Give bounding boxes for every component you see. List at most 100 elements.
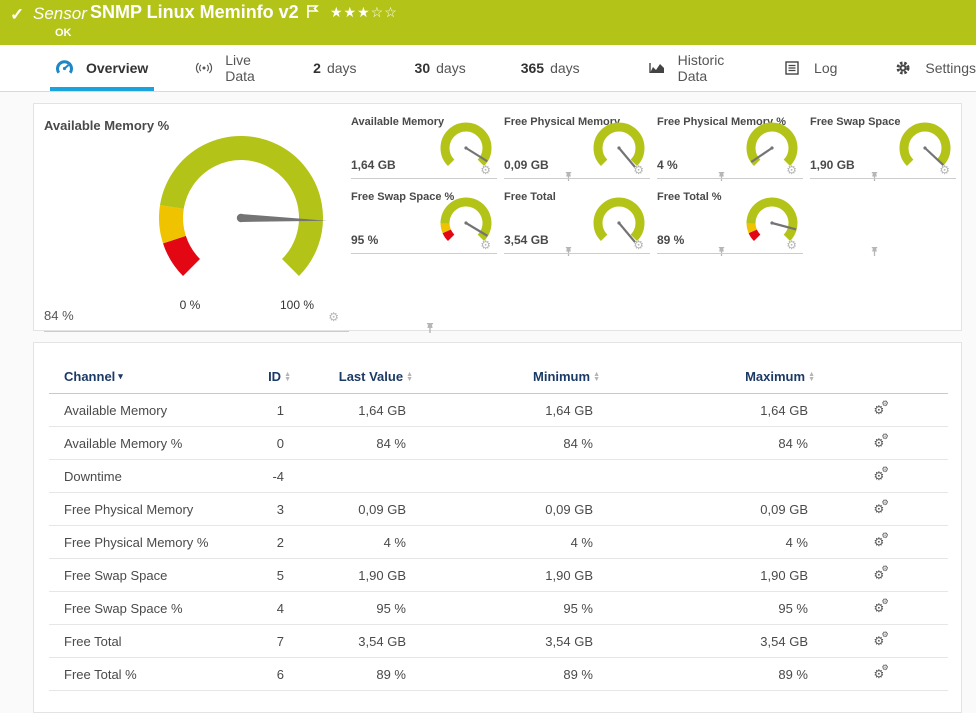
channel-name[interactable]: Downtime — [49, 459, 256, 493]
table-row[interactable]: Free Physical Memory 3 0,09 GB 0,09 GB 0… — [49, 492, 948, 526]
table-row[interactable]: Available Memory % 0 84 % 84 % 84 % ⚙ ⚙ — [49, 426, 948, 460]
table-row[interactable]: Free Swap Space 5 1,90 GB 1,90 GB 1,90 G… — [49, 558, 948, 592]
sort-icon: ▲ ▼ — [284, 370, 291, 383]
tab-log[interactable]: Log — [784, 45, 837, 91]
mini-gauge-panel-free-physical-memory[interactable]: Free Physical Memory % 4 % ⚙ — [657, 112, 878, 187]
flag-icon[interactable] — [306, 4, 319, 24]
priority-stars[interactable]: ★★★☆☆ — [330, 4, 398, 21]
tab-365-days[interactable]: 365 days — [521, 45, 580, 91]
gauge-settings-gear-icon[interactable]: ⚙ — [939, 164, 950, 176]
column-header-channel[interactable]: Channel ▾ — [49, 343, 256, 394]
tab-settings[interactable]: Settings — [895, 45, 976, 91]
mini-gauge-panel-free-swap-space[interactable]: Free Swap Space 1,90 GB ⚙ — [810, 112, 956, 187]
channel-minimum: 0,09 GB — [413, 492, 600, 526]
tab-overview[interactable]: Overview — [49, 45, 155, 91]
column-header-maximum[interactable]: Maximum ▲ ▼ — [600, 343, 815, 394]
panel-underline — [657, 178, 803, 179]
table-header-row: Channel ▾ ID ▲ ▼ Last Value ▲ ▼ Minimum ▲ ▼ Max… — [49, 343, 948, 394]
tab-label: Overview — [86, 60, 149, 76]
gauge-value: 4 % — [657, 158, 678, 172]
tab-historic-data[interactable]: Historic Data — [648, 45, 729, 91]
column-header-minimum[interactable]: Minimum ▲ ▼ — [413, 343, 600, 394]
channel-id: 5 — [256, 558, 291, 592]
channel-minimum: 84 % — [413, 426, 600, 460]
panel-underline — [351, 253, 497, 254]
channel-settings-gears-icon[interactable]: ⚙ ⚙ — [874, 432, 890, 450]
gauge-settings-gear-icon[interactable]: ⚙ — [633, 239, 644, 251]
channel-name[interactable]: Free Total % — [49, 657, 256, 691]
channel-settings-gears-icon[interactable]: ⚙ ⚙ — [874, 597, 890, 615]
gauge-settings-gear-icon[interactable]: ⚙ — [633, 164, 644, 176]
gauge-settings-gear-icon[interactable]: ⚙ — [480, 239, 491, 251]
channel-last-value: 0,09 GB — [291, 492, 413, 526]
channel-name[interactable]: Free Swap Space — [49, 558, 256, 592]
sort-icon: ▲ ▼ — [593, 370, 600, 383]
channel-maximum: 84 % — [600, 426, 815, 460]
mini-gauge-panel-free-physical-memory[interactable]: Free Physical Memory 0,09 GB ⚙ — [504, 112, 725, 187]
channel-settings-gears-icon[interactable]: ⚙ ⚙ — [874, 399, 890, 417]
channel-settings-gears-icon[interactable]: ⚙ ⚙ — [874, 465, 890, 483]
channel-id: 7 — [256, 624, 291, 658]
channel-id: 6 — [256, 657, 291, 691]
gauge-title: Free Swap Space — [810, 116, 901, 128]
channel-name[interactable]: Free Total — [49, 624, 256, 658]
sort-desc-icon: ▾ — [118, 371, 123, 381]
column-header-last-value[interactable]: Last Value ▲ ▼ — [291, 343, 413, 394]
tab-label: days — [326, 60, 357, 76]
table-row[interactable]: Downtime -4 ⚙ ⚙ — [49, 459, 948, 493]
channel-maximum: 95 % — [600, 591, 815, 625]
channel-id: 0 — [256, 426, 291, 460]
channel-settings-gears-icon[interactable]: ⚙ ⚙ — [874, 498, 890, 516]
gauge-settings-gear-icon[interactable]: ⚙ — [480, 164, 491, 176]
table-row[interactable]: Free Total % 6 89 % 89 % 89 % ⚙ ⚙ — [49, 657, 948, 691]
tab-2-days[interactable]: 2 days — [313, 45, 356, 91]
tab-30-days[interactable]: 30 days — [415, 45, 466, 91]
channel-minimum: 4 % — [413, 525, 600, 559]
channel-last-value: 95 % — [291, 591, 413, 625]
table-row[interactable]: Free Physical Memory % 2 4 % 4 % 4 % ⚙ ⚙ — [49, 525, 948, 559]
sensor-status-badge: OK — [55, 27, 72, 39]
mini-gauge-panel-available-memory[interactable]: Available Memory 1,64 GB ⚙ — [351, 112, 572, 187]
gauge-title: Free Total % — [657, 191, 722, 203]
tab-label: days — [436, 60, 466, 76]
channel-settings-gears-icon[interactable]: ⚙ ⚙ — [874, 531, 890, 549]
tab-label: Log — [814, 60, 838, 76]
channel-last-value — [291, 459, 413, 493]
gauge-value: 1,64 GB — [351, 158, 396, 172]
gauge-icon — [56, 60, 74, 76]
panel-underline — [657, 253, 803, 254]
table-row[interactable]: Available Memory 1 1,64 GB 1,64 GB 1,64 … — [49, 393, 948, 427]
tab-label: Live Data — [225, 52, 255, 84]
channel-id: 2 — [256, 525, 291, 559]
channel-minimum: 95 % — [413, 591, 600, 625]
column-header-id[interactable]: ID ▲ ▼ — [256, 343, 291, 394]
gauge-settings-gear-icon[interactable]: ⚙ — [786, 164, 797, 176]
panel-underline — [351, 178, 497, 179]
panel-underline — [504, 253, 650, 254]
channel-name[interactable]: Free Physical Memory % — [49, 525, 256, 559]
broadcast-icon — [195, 60, 213, 76]
mini-gauge-panel-free-swap-space[interactable]: Free Swap Space % 95 % ⚙ — [351, 187, 572, 262]
panel-underline — [44, 331, 349, 332]
tab-label: Settings — [925, 60, 976, 76]
mini-gauge-panel-free-total[interactable]: Free Total 3,54 GB ⚙ — [504, 187, 725, 262]
mini-gauge-panel-free-total[interactable]: Free Total % 89 % ⚙ — [657, 187, 878, 262]
channel-maximum: 0,09 GB — [600, 492, 815, 526]
mini-gauges-grid: Available Memory 1,64 GB ⚙ Free Physical… — [351, 112, 963, 262]
table-row[interactable]: Free Swap Space % 4 95 % 95 % 95 % ⚙ ⚙ — [49, 591, 948, 625]
sensor-kind-label: Sensor — [33, 4, 87, 23]
channel-name[interactable]: Available Memory — [49, 393, 256, 427]
gauge-settings-gear-icon[interactable]: ⚙ — [786, 239, 797, 251]
channel-settings-gears-icon[interactable]: ⚙ ⚙ — [874, 564, 890, 582]
gauge-value: 1,90 GB — [810, 158, 855, 172]
gauge-panel-available-memory-pct[interactable]: Available Memory % 0 % 100 % 84 % ⚙ — [44, 112, 434, 333]
gauge-settings-gear-icon[interactable]: ⚙ — [328, 311, 339, 323]
channel-settings-gears-icon[interactable]: ⚙ ⚙ — [874, 630, 890, 648]
channel-settings-gears-icon[interactable]: ⚙ ⚙ — [874, 663, 890, 681]
table-row[interactable]: Free Total 7 3,54 GB 3,54 GB 3,54 GB ⚙ ⚙ — [49, 624, 948, 658]
tab-live-data[interactable]: Live Data — [195, 45, 261, 91]
channel-name[interactable]: Available Memory % — [49, 426, 256, 460]
channel-name[interactable]: Free Swap Space % — [49, 591, 256, 625]
channel-name[interactable]: Free Physical Memory — [49, 492, 256, 526]
channel-minimum: 1,64 GB — [413, 393, 600, 427]
